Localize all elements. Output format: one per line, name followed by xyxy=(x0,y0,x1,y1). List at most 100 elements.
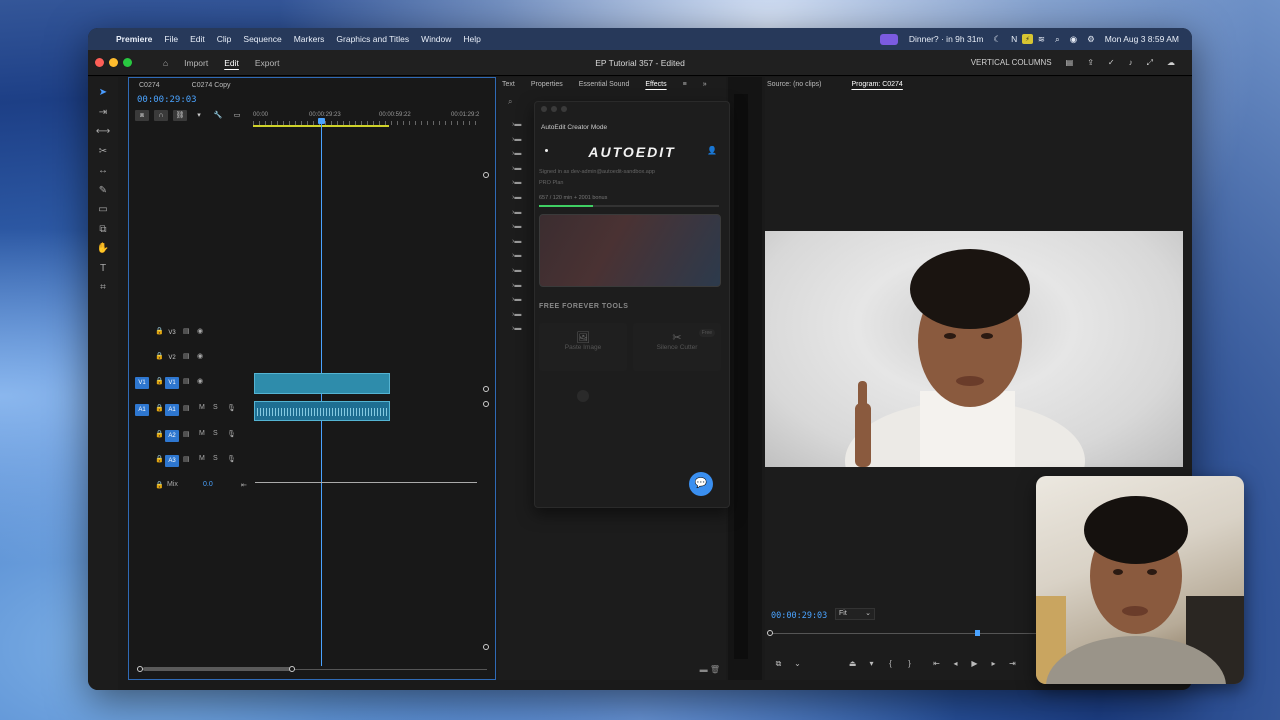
eye-icon[interactable]: ◉ xyxy=(197,352,203,360)
ripple-tool-icon[interactable]: ⟷ xyxy=(88,122,118,142)
audio-clip[interactable] xyxy=(254,401,390,421)
play-icon[interactable]: ▶ xyxy=(965,659,984,669)
folder-icon[interactable]: ›▬ xyxy=(512,267,521,282)
pen-tool-icon[interactable]: ✎ xyxy=(88,181,118,201)
search-icon[interactable]: ⌕ xyxy=(508,97,512,107)
minimize-icon[interactable] xyxy=(109,58,118,67)
mic-icon[interactable]: 🎙 xyxy=(227,404,236,412)
wrench-icon[interactable]: 🔧 xyxy=(211,110,225,121)
type-tool-icon[interactable]: T xyxy=(88,259,118,279)
folder-icon[interactable]: ›▬ xyxy=(512,209,521,224)
tab-sequence-c0274-copy[interactable]: C0274 Copy xyxy=(192,82,263,89)
track-label[interactable]: A3 xyxy=(165,455,179,467)
tab-effects[interactable]: Effects xyxy=(641,81,678,88)
nav-export[interactable]: Export xyxy=(247,58,288,68)
zoom-handle-right[interactable] xyxy=(289,666,295,672)
track-label[interactable]: V3 xyxy=(165,327,179,339)
caption-tool-icon[interactable]: ⌗ xyxy=(88,278,118,298)
folder-icon[interactable]: ›▬ xyxy=(512,252,521,267)
trash-icon[interactable]: 🗑 xyxy=(710,665,720,674)
linked-selection-icon[interactable]: ⛓ xyxy=(173,110,187,121)
source-patch-v1[interactable]: V1 xyxy=(135,377,149,389)
close-icon[interactable] xyxy=(95,58,104,67)
marker-icon[interactable]: ▾ xyxy=(192,110,206,121)
folder-icon[interactable]: ›▬ xyxy=(512,179,521,194)
solo-icon[interactable]: S xyxy=(213,455,218,462)
mic-icon[interactable]: 🎙 xyxy=(227,430,236,438)
scroll-handle-video-top[interactable] xyxy=(483,172,489,178)
marker-icon[interactable]: ▾ xyxy=(862,659,881,669)
mix-volume-line[interactable] xyxy=(255,482,477,483)
sync-lock-icon[interactable]: ▤ xyxy=(183,455,190,463)
sync-lock-icon[interactable]: ▤ xyxy=(183,352,190,360)
lock-icon[interactable]: 🔒 xyxy=(155,455,164,463)
battery-badge-icon[interactable]: ⚡ xyxy=(1022,34,1033,44)
menu-edit[interactable]: Edit xyxy=(184,34,211,44)
chat-button[interactable]: 💬 xyxy=(689,472,713,496)
folder-icon[interactable]: ›▬ xyxy=(512,136,521,151)
source-patch-a1[interactable]: A1 xyxy=(135,404,149,416)
wifi-icon[interactable]: ≋ xyxy=(1033,34,1050,45)
slip-tool-icon[interactable]: ↔ xyxy=(88,161,118,181)
sync-lock-icon[interactable]: ▤ xyxy=(183,404,190,412)
more-tabs-icon[interactable]: » xyxy=(699,81,719,88)
eye-icon[interactable]: ◉ xyxy=(197,377,203,385)
scrub-start-handle[interactable] xyxy=(767,630,773,636)
track-label[interactable]: V2 xyxy=(165,352,179,364)
solo-icon[interactable]: S xyxy=(213,404,218,411)
silence-cutter-tool[interactable]: Free ✂ Silence Cutter xyxy=(633,323,721,371)
program-timecode[interactable]: 00:00:29:03 xyxy=(771,611,827,621)
menu-window[interactable]: Window xyxy=(415,34,457,44)
timeline-timecode[interactable]: 00:00:29:03 xyxy=(137,95,197,105)
scroll-handle-audio-bottom[interactable] xyxy=(483,644,489,650)
track-label[interactable]: A2 xyxy=(165,430,179,442)
lock-icon[interactable]: 🔒 xyxy=(155,481,164,489)
menu-markers[interactable]: Markers xyxy=(288,34,331,44)
scroll-handle-audio-top[interactable] xyxy=(483,401,489,407)
check-icon[interactable]: ✓ xyxy=(1101,58,1122,67)
step-back-icon[interactable]: ◂ xyxy=(946,659,965,669)
tab-properties[interactable]: Properties xyxy=(527,81,575,88)
promo-card[interactable] xyxy=(539,214,721,287)
lift-icon[interactable]: ⏏ xyxy=(843,659,862,669)
zoom-fit-select[interactable]: Fit ⌄ xyxy=(835,608,875,620)
panel-icon[interactable]: ▤ xyxy=(1059,58,1081,67)
step-forward-icon[interactable]: ▸ xyxy=(984,659,1003,669)
folder-icon[interactable]: ›▬ xyxy=(512,282,521,297)
notion-icon[interactable]: N xyxy=(1006,34,1022,44)
lock-icon[interactable]: 🔒 xyxy=(155,377,164,385)
home-icon[interactable]: ⌂ xyxy=(155,58,176,68)
fullscreen-icon[interactable]: ⤢ xyxy=(1140,58,1160,68)
timeline-zoom-scrollbar[interactable] xyxy=(137,666,487,672)
program-playhead[interactable] xyxy=(975,630,980,636)
tab-sequence-c0274[interactable]: C0274 xyxy=(139,82,192,89)
menu-file[interactable]: File xyxy=(158,34,184,44)
minimize-icon[interactable] xyxy=(551,106,557,112)
mix-jump-icon[interactable]: ⇤ xyxy=(241,481,247,489)
go-to-out-icon[interactable]: ⇥ xyxy=(1003,659,1022,669)
track-select-tool-icon[interactable]: ⇥ xyxy=(88,103,118,123)
go-to-in-icon[interactable]: ⇤ xyxy=(927,659,946,669)
track-label[interactable]: A1 xyxy=(165,404,179,416)
safe-margins-icon[interactable]: ⧉ xyxy=(769,659,788,669)
tab-text[interactable]: Text xyxy=(498,81,527,88)
lock-icon[interactable]: 🔒 xyxy=(155,327,164,335)
folder-icon[interactable]: ›▬ xyxy=(512,325,521,340)
tab-essential-sound[interactable]: Essential Sound xyxy=(575,81,642,88)
cloud-icon[interactable]: ☁ xyxy=(1160,58,1182,67)
solo-icon[interactable]: S xyxy=(213,430,218,437)
folder-icon[interactable]: ›▬ xyxy=(512,311,521,326)
chevron-down-icon[interactable]: ⌄ xyxy=(788,659,807,669)
menu-help[interactable]: Help xyxy=(457,34,486,44)
settings-icon[interactable]: ⚙ xyxy=(1082,34,1100,45)
moon-icon[interactable]: ☾ xyxy=(989,34,1007,45)
control-center-icon[interactable]: ◉ xyxy=(1065,34,1082,45)
mute-icon[interactable]: M xyxy=(199,404,205,411)
folder-icon[interactable]: ›▬ xyxy=(512,165,521,180)
paste-image-tool[interactable]: 🖼 Paste Image xyxy=(539,323,627,371)
folder-icon[interactable]: ›▬ xyxy=(512,238,521,253)
nav-edit[interactable]: Edit xyxy=(216,58,247,68)
eye-icon[interactable]: ◉ xyxy=(197,327,203,335)
nav-import[interactable]: Import xyxy=(176,58,216,68)
mark-in-icon[interactable]: { xyxy=(881,659,900,669)
